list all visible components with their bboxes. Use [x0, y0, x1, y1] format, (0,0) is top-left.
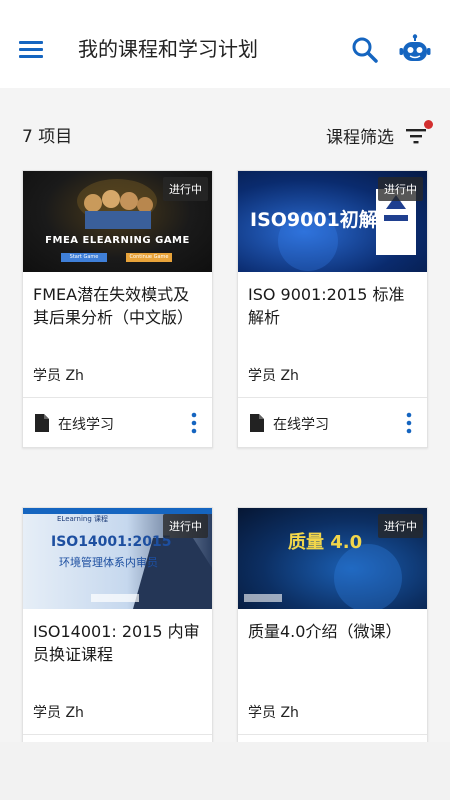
search-icon[interactable]: [350, 35, 380, 65]
filter-label: 课程筛选: [326, 127, 394, 148]
course-card[interactable]: FMEA ELEARNING GAME Start Game Continue …: [22, 170, 213, 448]
card-footer: 在线学习: [23, 397, 212, 447]
course-title[interactable]: FMEA潜在失效模式及其后果分析（中文版）: [33, 283, 205, 329]
thumbnail-caption: 质量 4.0: [288, 532, 363, 553]
filter-icon: [404, 120, 433, 146]
course-thumbnail: FMEA ELEARNING GAME Start Game Continue …: [23, 171, 212, 272]
course-thumbnail: 质量 4.0 进行中: [238, 508, 427, 609]
card-footer: 在线学习: [238, 397, 427, 447]
document-icon: [250, 414, 264, 432]
status-badge: 进行中: [378, 177, 423, 201]
course-thumbnail: ELearning 课程 ISO14001:2015 环境管理体系内审员 进行中: [23, 508, 212, 609]
course-filter-button[interactable]: 课程筛选: [326, 120, 433, 150]
thumbnail-tag: ELearning 课程: [57, 515, 109, 523]
more-options-icon[interactable]: [190, 412, 198, 434]
more-options-icon[interactable]: [405, 412, 413, 434]
item-count: 7 项目: [22, 127, 73, 147]
thumbnail-continue-label: Continue Game: [129, 254, 169, 260]
page-title: 我的课程和学习计划: [78, 37, 258, 61]
course-type-label: 在线学习: [58, 417, 114, 433]
course-author: 学员 Zh: [248, 368, 299, 384]
status-badge: 进行中: [163, 514, 208, 538]
status-badge: 进行中: [378, 514, 423, 538]
thumbnail-start-label: Start Game: [69, 254, 99, 260]
course-list-area: 7 项目 课程筛选 FMEA ELEARNING GAME Start Game…: [0, 88, 450, 800]
course-author: 学员 Zh: [33, 705, 84, 721]
course-author: 学员 Zh: [33, 368, 84, 384]
course-author: 学员 Zh: [248, 705, 299, 721]
bottom-bar: [0, 742, 450, 800]
thumbnail-subcaption: 环境管理体系内审员: [59, 556, 158, 569]
course-thumbnail: ISO9001初解 进行中: [238, 171, 427, 272]
course-type-label: 在线学习: [273, 417, 329, 433]
course-title[interactable]: 质量4.0介绍（微课）: [248, 620, 420, 643]
menu-icon[interactable]: [16, 34, 46, 64]
thumbnail-caption: FMEA ELEARNING GAME: [45, 235, 190, 246]
app-bar: 我的课程和学习计划: [0, 0, 450, 88]
document-icon: [35, 414, 49, 432]
course-title[interactable]: ISO14001: 2015 内审员换证课程: [33, 620, 205, 666]
status-badge: 进行中: [163, 177, 208, 201]
course-title[interactable]: ISO 9001:2015 标准解析: [248, 283, 420, 329]
thumbnail-caption: ISO9001初解: [250, 209, 378, 231]
filter-active-dot: [424, 120, 433, 129]
course-card[interactable]: ISO9001初解 进行中 ISO 9001:2015 标准解析 学员 Zh 在…: [237, 170, 428, 448]
chatbot-icon[interactable]: [398, 33, 432, 67]
thumbnail-caption: ISO14001:2015: [51, 534, 172, 550]
